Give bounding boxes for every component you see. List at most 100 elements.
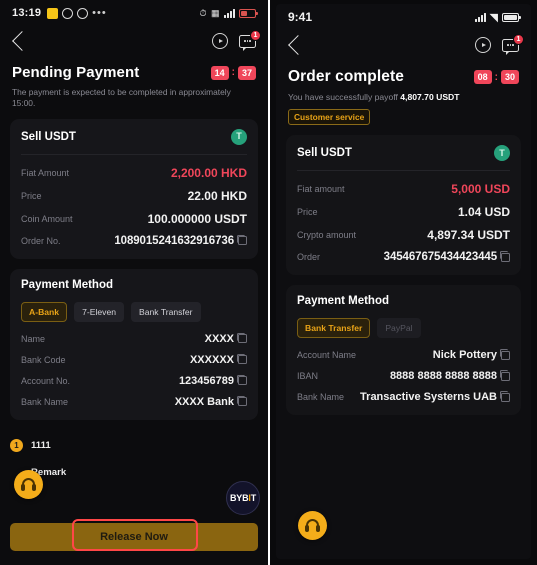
page-subtitle: You have successfully payoff 4,807.70 US… xyxy=(288,92,519,103)
back-icon[interactable] xyxy=(12,31,32,51)
play-circle-icon[interactable] xyxy=(475,37,491,53)
copy-icon[interactable] xyxy=(236,332,247,344)
customer-support-fab[interactable] xyxy=(14,470,43,499)
detail-value: 4,897.34 USDT xyxy=(427,228,510,242)
chat-button[interactable]: 1 xyxy=(239,29,261,51)
detail-label: Coin Amount xyxy=(21,213,73,224)
page-header-left: Pending Payment 14 : 37 The payment is e… xyxy=(0,56,268,109)
detail-label: Fiat amount xyxy=(297,184,345,195)
detail-value[interactable]: XXXX Bank xyxy=(175,396,247,408)
detail-value-text: 4,897.34 USDT xyxy=(427,228,510,243)
detail-label: Bank Code xyxy=(21,354,66,365)
customer-service-chip[interactable]: Customer service xyxy=(288,109,371,126)
order-rows-right: Fiat amount 5,000 USD Price 1.04 USD Crypto … xyxy=(297,182,510,263)
headset-support-icon xyxy=(20,478,36,491)
detail-value: 22.00 HKD xyxy=(188,189,247,203)
order-card-header: Sell USDT T xyxy=(297,145,510,172)
chat-button[interactable]: 1 xyxy=(502,33,524,55)
payment-method-tab[interactable]: 7-Eleven xyxy=(74,301,125,322)
detail-label: Crypto amount xyxy=(297,230,357,241)
order-card-title: Sell USDT xyxy=(21,130,76,143)
detail-value[interactable]: 1089015241632916736 xyxy=(114,235,247,247)
copy-icon[interactable] xyxy=(499,349,510,360)
order-summary-card: Sell USDT T Fiat Amount 2,200.00 HKD Price… xyxy=(10,118,258,259)
order-summary-card: Sell USDT T Fiat amount 5,000 USD Price 1.0… xyxy=(286,135,521,276)
signal-icon xyxy=(224,8,235,18)
headset-support-icon xyxy=(304,519,320,532)
payment-method-tabs-left: A-Bank 7-Eleven Bank Transfer xyxy=(21,301,247,322)
bybit-logo: BYB I T xyxy=(226,481,260,515)
detail-label: Bank Name xyxy=(21,396,69,407)
page-title: Pending Payment xyxy=(12,64,140,81)
copy-icon[interactable] xyxy=(236,353,247,365)
payment-method-card: Payment Method A-Bank 7-Eleven Bank Transf… xyxy=(10,268,258,420)
detail-value: 5,000 USD xyxy=(451,182,510,196)
detail-row: Order No. 1089015241632916736 xyxy=(21,235,247,247)
detail-row: Crypto amount 4,897.34 USDT xyxy=(297,228,510,242)
payment-rows-left: Name XXXX Bank Code XXXXXX Account No. 123456… xyxy=(21,333,247,408)
page-header-right: Order complete 08 : 30 You have successf… xyxy=(276,60,531,126)
detail-label: IBAN xyxy=(297,371,319,382)
detail-row: IBAN 8888 8888 8888 8888 xyxy=(297,370,510,382)
detail-value-text: 5,000 USD xyxy=(451,182,510,197)
detail-row: Price 22.00 HKD xyxy=(21,189,247,203)
phone-screen-pending-payment: 13:19 ••• ⏱ ▦ 1 Pending Payment 14: 37 … xyxy=(0,0,268,565)
payment-method-card: Payment Method Bank Transfer PayPal Accou… xyxy=(286,285,521,416)
battery-icon xyxy=(502,12,521,22)
countdown-timer: 14 : 37 xyxy=(210,65,256,80)
usdt-token-icon: T xyxy=(231,128,247,145)
copy-icon[interactable] xyxy=(236,395,247,407)
timer-seconds: 37 xyxy=(237,65,256,80)
play-circle-icon[interactable] xyxy=(212,33,228,49)
detail-value[interactable]: Transactive Systerns UAB xyxy=(360,391,510,403)
release-now-button[interactable]: Release Now xyxy=(10,523,258,551)
copy-icon[interactable] xyxy=(236,374,247,386)
detail-value: 100.000000 USDT xyxy=(148,212,247,226)
list-item-label: 1111 xyxy=(31,439,51,451)
payment-method-tab[interactable]: Bank Transfer xyxy=(297,318,371,339)
payment-method-tab[interactable]: Bank Transfer xyxy=(131,301,201,322)
copy-icon[interactable] xyxy=(236,234,247,246)
timer-minutes: 14 xyxy=(210,65,229,80)
customer-support-fab[interactable] xyxy=(298,511,327,540)
copy-icon[interactable] xyxy=(499,370,510,381)
page-subtitle-prefix: You have successfully payoff xyxy=(288,92,401,102)
more-dots-icon: ••• xyxy=(92,7,107,19)
token-symbol: T xyxy=(236,131,242,142)
detail-label: Bank Name xyxy=(297,392,345,403)
detail-value[interactable]: Nick Pottery xyxy=(433,349,510,361)
detail-row: Order 345467675434423445 xyxy=(297,251,510,263)
back-icon[interactable] xyxy=(288,35,308,55)
detail-row: Name XXXX xyxy=(21,333,247,345)
copy-icon[interactable] xyxy=(499,251,510,262)
nav-bar-left: 1 xyxy=(0,26,268,56)
detail-label: Name xyxy=(21,333,46,344)
detail-value[interactable]: XXXX xyxy=(205,333,247,345)
vpn-icon: ▦ xyxy=(210,7,220,18)
detail-value[interactable]: XXXXXX xyxy=(190,354,247,366)
status-bar-left: 13:19 ••• ⏱ ▦ xyxy=(0,0,268,26)
payment-rows-right: Account Name Nick Pottery IBAN 8888 8888 88… xyxy=(297,349,510,403)
status-bar-clock: 13:19 xyxy=(12,7,42,19)
detail-label: Order xyxy=(297,252,321,263)
timer-colon: : xyxy=(231,67,235,78)
detail-value[interactable]: 345467675434423445 xyxy=(384,251,510,263)
detail-value-text: 123456789 xyxy=(178,374,234,387)
usdt-token-icon: T xyxy=(494,145,510,162)
detail-value-text: 1089015241632916736 xyxy=(114,234,234,247)
whatsapp-icon xyxy=(62,7,74,19)
payment-method-tab[interactable]: PayPal xyxy=(377,318,421,339)
detail-value-text: 8888 8888 8888 8888 xyxy=(389,370,497,383)
detail-row: Bank Code XXXXXX xyxy=(21,354,247,366)
copy-icon[interactable] xyxy=(499,391,510,402)
detail-value-text: 22.00 HKD xyxy=(187,188,247,203)
detail-value[interactable]: 123456789 xyxy=(179,375,247,387)
list-item: Remark xyxy=(10,459,258,486)
whatsapp-icon xyxy=(77,7,89,19)
payment-method-tab[interactable]: A-Bank xyxy=(21,301,68,322)
release-button-container: Release Now xyxy=(10,523,258,551)
chat-unread-badge: 1 xyxy=(250,29,261,41)
detail-label: Price xyxy=(297,207,318,218)
detail-value[interactable]: 8888 8888 8888 8888 xyxy=(390,370,510,382)
detail-value-text: 345467675434423445 xyxy=(383,251,497,264)
